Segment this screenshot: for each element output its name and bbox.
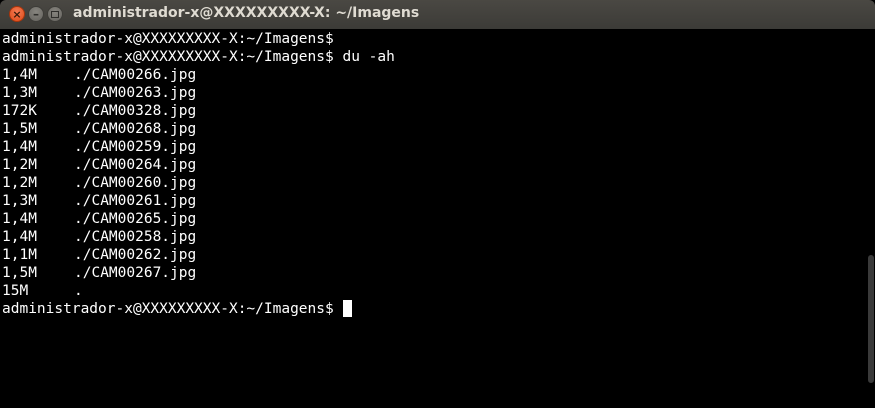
close-icon: × (12, 7, 22, 21)
terminal-line: administrador-x@XXXXXXXXX-X:~/Imagens$ d… (2, 48, 864, 66)
output-row: 172K ./CAM00328.jpg (2, 102, 864, 120)
scrollbar-thumb[interactable] (868, 255, 874, 383)
file-path: ./CAM00258.jpg (74, 229, 197, 245)
file-path: . (74, 283, 83, 299)
terminal-window: × – administrador-x@XXXXXXXXX-X: ~/Image… (0, 0, 875, 408)
file-path: ./CAM00260.jpg (74, 175, 197, 191)
command: du -ah (342, 49, 395, 65)
minimize-icon: – (33, 7, 39, 21)
output-row: 1,4M ./CAM00266.jpg (2, 66, 864, 84)
output-row: 1,1M ./CAM00262.jpg (2, 246, 864, 264)
file-path: ./CAM00263.jpg (74, 85, 197, 101)
window-title: administrador-x@XXXXXXXXX-X: ~/Imagens (73, 5, 420, 21)
title-bar[interactable]: × – administrador-x@XXXXXXXXX-X: ~/Image… (0, 0, 875, 29)
file-path: ./CAM00262.jpg (74, 247, 197, 263)
file-size: 1,3M (2, 85, 37, 101)
file-size: 1,2M (2, 157, 37, 173)
minimize-button[interactable]: – (28, 6, 44, 22)
output-row: 1,5M ./CAM00268.jpg (2, 120, 864, 138)
file-size: 1,5M (2, 265, 37, 281)
output-row: 1,4M ./CAM00265.jpg (2, 210, 864, 228)
output-row: 1,3M ./CAM00263.jpg (2, 84, 864, 102)
prompt: administrador-x@XXXXXXXXX-X:~/Imagens$ (2, 301, 334, 317)
file-path: ./CAM00265.jpg (74, 211, 197, 227)
output-row: 1,4M ./CAM00258.jpg (2, 228, 864, 246)
text-cursor (342, 300, 352, 317)
file-path: ./CAM00267.jpg (74, 265, 197, 281)
file-size: 172K (2, 103, 37, 119)
output-row: 15M. (2, 282, 864, 300)
prompt: administrador-x@XXXXXXXXX-X:~/Imagens$ (2, 31, 334, 47)
file-size: 1,1M (2, 247, 37, 263)
close-button[interactable]: × (9, 6, 25, 22)
maximize-button[interactable] (47, 6, 63, 22)
terminal-output[interactable]: administrador-x@XXXXXXXXX-X:~/Imagens$ a… (2, 30, 864, 408)
prompt: administrador-x@XXXXXXXXX-X:~/Imagens$ (2, 49, 334, 65)
output-row: 1,4M ./CAM00259.jpg (2, 138, 864, 156)
terminal-line: administrador-x@XXXXXXXXX-X:~/Imagens$ (2, 30, 864, 48)
file-path: ./CAM00266.jpg (74, 67, 197, 83)
file-size: 1,5M (2, 121, 37, 137)
file-size: 1,2M (2, 175, 37, 191)
terminal-line: administrador-x@XXXXXXXXX-X:~/Imagens$ (2, 300, 864, 318)
file-size: 1,3M (2, 193, 37, 209)
output-row: 1,3M ./CAM00261.jpg (2, 192, 864, 210)
output-row: 1,2M ./CAM00264.jpg (2, 156, 864, 174)
output-row: 1,2M ./CAM00260.jpg (2, 174, 864, 192)
file-path: ./CAM00261.jpg (74, 193, 197, 209)
file-size: 1,4M (2, 67, 37, 83)
file-size: 1,4M (2, 229, 37, 245)
file-path: ./CAM00328.jpg (74, 103, 197, 119)
file-size: 1,4M (2, 139, 37, 155)
output-row: 1,5M ./CAM00267.jpg (2, 264, 864, 282)
file-path: ./CAM00259.jpg (74, 139, 197, 155)
file-size: 15M (2, 283, 29, 299)
maximize-icon (51, 10, 59, 18)
scrollbar[interactable] (865, 29, 875, 408)
file-path: ./CAM00264.jpg (74, 157, 197, 173)
file-path: ./CAM00268.jpg (74, 121, 197, 137)
file-size: 1,4M (2, 211, 37, 227)
